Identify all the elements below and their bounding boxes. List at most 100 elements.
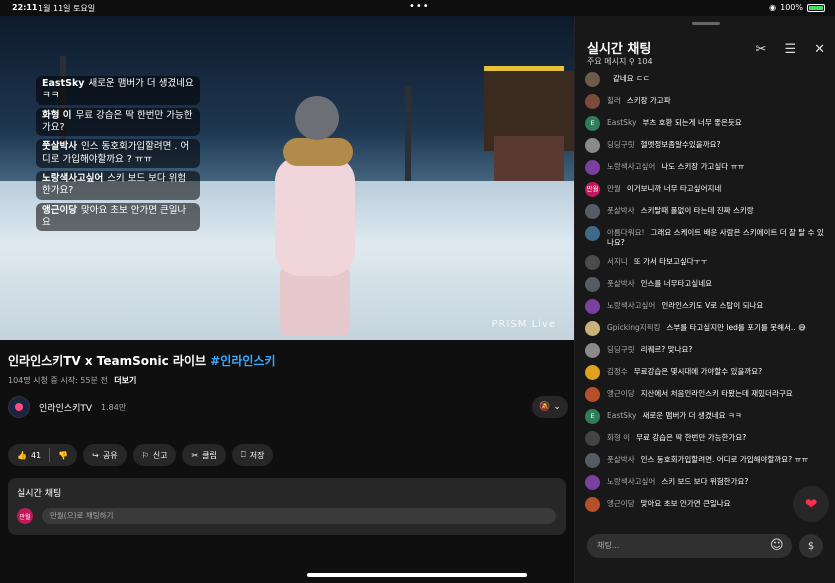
chat-avatar[interactable] (585, 94, 600, 109)
chat-author[interactable]: EastSky (607, 411, 636, 420)
chat-avatar[interactable]: E (585, 409, 600, 425)
chat-author[interactable]: 풋살박사 (607, 206, 635, 215)
hashtag-link[interactable]: #인라인스키 (210, 354, 275, 368)
chat-author[interactable]: 노랑색사고싶어 (607, 301, 655, 310)
chat-avatar[interactable] (585, 299, 600, 315)
chat-text: 인스 동호회가입할려면. 어디로 가입해야할까요? ㅠㅠ (640, 455, 809, 465)
chat-author[interactable]: 풋살박사 (607, 279, 635, 288)
like-count[interactable]: 41 (31, 451, 41, 460)
chat-message[interactable]: 김정수 무료강습은 몇시대에 가야할수 있을까요? (585, 365, 829, 381)
overlay-message: 앵근이당 맞아요 초보 안가면 큰일나요 (36, 202, 200, 232)
chat-avatar[interactable] (585, 497, 600, 513)
chat-message[interactable]: 딩딩구릿 헬멧정보좀알수있을까요? (585, 138, 829, 153)
flag-icon: ⚐ (141, 450, 149, 460)
chat-author[interactable]: 화형 이 (607, 433, 630, 442)
chat-author[interactable]: 만월 (607, 184, 621, 193)
settings-sliders-icon[interactable]: ☰ (784, 42, 796, 57)
chat-message[interactable]: 풋살박사 인스 동호회가입할려면. 어디로 가입해야할까요? ㅠㅠ (585, 453, 829, 469)
chat-text: 헬멧정보좀알수있을까요? (640, 140, 721, 149)
emoji-icon[interactable]: ☺ (770, 538, 784, 553)
user-avatar: 만월 (17, 508, 33, 524)
chat-author[interactable]: 앵근이당 (607, 389, 635, 398)
home-indicator[interactable] (307, 573, 527, 577)
chat-message[interactable]: 딩딩구릿 리퀘르? 맞나요? (585, 343, 829, 359)
chat-author[interactable]: 아름다워요! (607, 228, 645, 237)
channel-subscribers: 1.84만 (101, 403, 127, 412)
overlay-message: 노랑색사고싶어 스키 보드 보다 위험한가요? (36, 171, 200, 200)
chat-author[interactable]: Gpicking지픽킹 (607, 323, 660, 332)
chat-avatar[interactable] (585, 138, 600, 153)
chat-message[interactable]: 힐러 스키장 가고파 (585, 94, 829, 109)
chat-avatar[interactable] (585, 277, 600, 293)
notification-bell-button[interactable]: 🔕 ⌄ (532, 396, 568, 418)
thumbs-up-icon[interactable]: 👍 (17, 451, 27, 460)
chat-message[interactable]: Gpicking지픽킹 스부를 타고싶지만 led를 포기를 못해서.. 😅 (585, 321, 829, 337)
chat-avatar[interactable] (585, 475, 600, 491)
chat-avatar[interactable] (585, 204, 600, 219)
chat-message[interactable]: 아름다워요! 그래요 스케이트 배운 사람은 스키에이트 더 잘 탈 수 있나요? (585, 226, 829, 248)
video-info: 인라인스키TV x TeamSonic 라이브 #인라인스키 104명 시청 중… (8, 352, 568, 386)
chat-message[interactable]: E EastSky 새로운 맴버가 더 생겼네요 ㅋㅋ (585, 409, 829, 425)
panel-grab-handle[interactable] (692, 22, 720, 25)
chat-author[interactable]: 서지니 (607, 257, 628, 266)
chat-avatar[interactable] (585, 255, 600, 271)
chat-avatar[interactable] (585, 321, 600, 337)
heart-reaction-button[interactable]: ❤ (793, 486, 829, 522)
chat-message-body: Gpicking지픽킹 스부를 타고싶지만 led를 포기를 못해서.. 😅 (607, 321, 806, 333)
thumbs-down-icon[interactable]: 👎 (58, 451, 68, 460)
chat-author[interactable]: 앵근이당 (607, 499, 635, 508)
chat-message[interactable]: 풋살박사 스키탈때 폴없이 타는데 진짜 스키랑 (585, 204, 829, 219)
chat-avatar[interactable] (585, 160, 600, 175)
scissors-icon[interactable]: ✂ (756, 42, 767, 57)
chat-avatar[interactable]: E (585, 116, 600, 131)
chat-message[interactable]: 같네요 ㄷㄷ (585, 72, 829, 87)
chat-avatar[interactable] (585, 431, 600, 447)
live-chat-preview[interactable]: 실시간 채팅 만월 만월(으)로 채팅하기 (8, 478, 566, 535)
panel-subtitle[interactable]: 주요 메시지 ⚲ 104 (587, 56, 653, 67)
chat-message[interactable]: 앵근이당 지산에서 처음인라인스키 타봤는데 재밌더라구요 (585, 387, 829, 403)
close-icon[interactable]: ✕ (814, 42, 825, 57)
chat-message[interactable]: E EastSky 부츠 호환 되는게 너무 좋은듯요 (585, 116, 829, 131)
chat-message[interactable]: 만월 만월 이거보니까 너무 타고싶어지네 (585, 182, 829, 197)
chat-input[interactable]: 채팅... (587, 534, 792, 558)
chat-avatar[interactable] (585, 72, 600, 87)
chat-message-body: 아름다워요! 그래요 스케이트 배운 사람은 스키에이트 더 잘 탈 수 있나요? (607, 226, 829, 248)
chat-message-body: 딩딩구릿 리퀘르? 맞나요? (607, 343, 692, 355)
save-button[interactable]: ⎕ 저장 (231, 444, 274, 466)
chat-message-list[interactable]: 같네요 ㄷㄷ 힐러 스키장 가고파 E EastSky 부츠 호환 되는게 너무 좋은듯요… (585, 72, 829, 518)
chat-author[interactable]: 노랑색사고싶어 (607, 162, 655, 171)
chat-author[interactable]: 딩딩구릿 (607, 140, 635, 149)
chat-message[interactable]: 노랑색사고싶어 스키 보드 보다 위험한가요? (585, 475, 829, 491)
super-chat-button[interactable]: $ (799, 534, 823, 558)
chat-avatar[interactable] (585, 226, 600, 241)
status-time: 22:11 (12, 3, 38, 12)
chat-message[interactable]: 노랑색사고싶어 인라인스키도 V로 스탑이 되나요 (585, 299, 829, 315)
chat-avatar[interactable] (585, 365, 600, 381)
video-player[interactable]: EastSky 새로운 맴버가 더 생겼네요 ㅋㅋ 화형 이 무료 강습은 딱 한번… (0, 16, 574, 340)
chat-message[interactable]: 서지니 또 가서 타보고싶다ㅜㅜ (585, 255, 829, 271)
channel-name[interactable]: 인라인스키TV (39, 401, 92, 414)
chat-author[interactable]: 딩딩구릿 (607, 345, 635, 354)
chat-author[interactable]: 힐러 (607, 96, 621, 105)
chat-author[interactable]: 노랑색사고싶어 (607, 477, 655, 486)
chat-avatar[interactable] (585, 453, 600, 469)
chat-text: 맞아요 초보 안가면 큰일나요 (640, 499, 731, 509)
share-button[interactable]: ↪ 공유 (83, 444, 127, 466)
multitasking-dots-icon[interactable]: ••• (409, 1, 430, 12)
chat-avatar[interactable] (585, 343, 600, 359)
chat-preview-input[interactable]: 만월(으)로 채팅하기 (42, 508, 556, 524)
chat-author[interactable]: 풋살박사 (607, 455, 635, 464)
chat-message[interactable]: 화형 이 무료 강습은 딱 한번만 가능한가요? (585, 431, 829, 447)
chat-author[interactable]: EastSky (607, 118, 636, 127)
chat-message-body: 노랑색사고싶어 나도 스키장 가고싶다 ㅠㅠ (607, 160, 744, 172)
more-link[interactable]: 더보기 (114, 376, 136, 385)
chat-avatar[interactable] (585, 387, 600, 403)
channel-avatar[interactable] (8, 396, 30, 418)
chat-author[interactable]: 김정수 (607, 367, 628, 376)
chat-message[interactable]: 풋살박사 인스를 너무타고싶네요 (585, 277, 829, 293)
chat-message[interactable]: 노랑색사고싶어 나도 스키장 가고싶다 ㅠㅠ (585, 160, 829, 175)
chat-message-body: 서지니 또 가서 타보고싶다ㅜㅜ (607, 255, 707, 267)
clip-button[interactable]: ✂ 클립 (182, 444, 226, 466)
chat-avatar[interactable]: 만월 (585, 182, 600, 197)
report-button[interactable]: ⚐ 신고 (132, 444, 177, 466)
